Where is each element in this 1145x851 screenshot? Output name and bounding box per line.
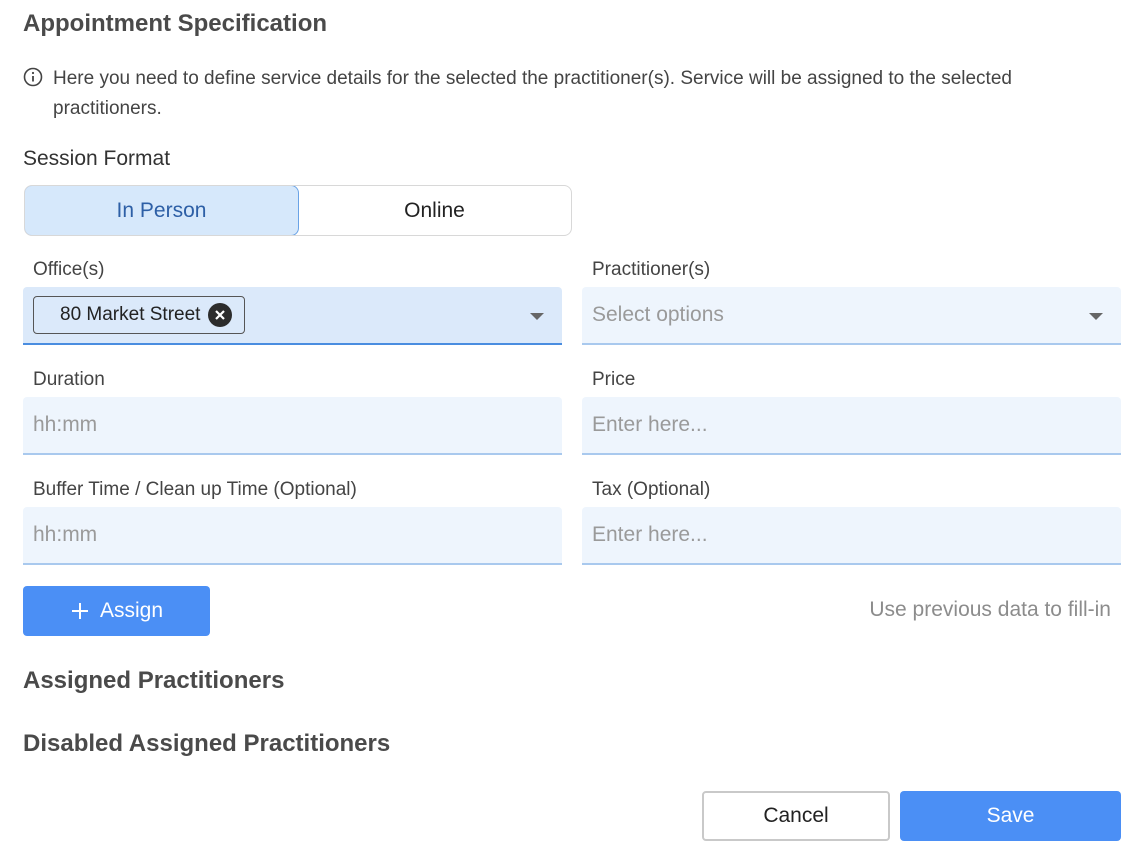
price-placeholder: Enter here...	[592, 413, 708, 436]
online-option[interactable]: Online	[298, 186, 571, 235]
assign-button[interactable]: Assign	[23, 586, 210, 636]
buffer-label: Buffer Time / Clean up Time (Optional)	[33, 479, 357, 500]
info-message: Here you need to define service details …	[23, 64, 1103, 124]
price-label: Price	[592, 369, 636, 390]
office-chip-label: 80 Market Street	[60, 304, 201, 325]
remove-chip-icon[interactable]	[208, 303, 233, 327]
tax-label: Tax (Optional)	[592, 479, 711, 500]
in-person-option[interactable]: In Person	[25, 186, 299, 235]
buffer-placeholder: hh:mm	[33, 523, 98, 546]
tax-field[interactable]: Enter here...	[582, 507, 1121, 565]
cancel-button[interactable]: Cancel	[702, 791, 890, 841]
duration-placeholder: hh:mm	[33, 413, 98, 436]
practitioner-placeholder: Select options	[592, 303, 724, 326]
assigned-practitioners-heading: Assigned Practitioners	[23, 667, 285, 694]
info-circle-icon	[23, 67, 43, 87]
plus-icon	[71, 603, 88, 619]
save-button[interactable]: Save	[900, 791, 1121, 841]
chevron-down-icon[interactable]	[530, 313, 544, 320]
tax-placeholder: Enter here...	[592, 523, 708, 546]
practitioner-select[interactable]: Select options	[582, 287, 1121, 345]
office-select[interactable]: 80 Market Street	[23, 287, 562, 345]
session-format-label: Session Format	[23, 147, 171, 170]
office-label: Office(s)	[33, 259, 105, 280]
chevron-down-icon[interactable]	[1089, 313, 1103, 320]
duration-field[interactable]: hh:mm	[23, 397, 562, 455]
price-field[interactable]: Enter here...	[582, 397, 1121, 455]
page-title: Appointment Specification	[23, 10, 328, 37]
session-format-toggle: In Person Online	[24, 185, 572, 236]
info-text: Here you need to define service details …	[53, 68, 1012, 119]
buffer-field[interactable]: hh:mm	[23, 507, 562, 565]
duration-label: Duration	[33, 369, 105, 390]
disabled-practitioners-heading: Disabled Assigned Practitioners	[23, 730, 391, 757]
practitioner-label: Practitioner(s)	[592, 259, 711, 280]
office-chip: 80 Market Street	[33, 296, 246, 334]
assign-button-label: Assign	[99, 599, 164, 622]
fill-previous-link[interactable]: Use previous data to fill-in	[869, 598, 1111, 622]
